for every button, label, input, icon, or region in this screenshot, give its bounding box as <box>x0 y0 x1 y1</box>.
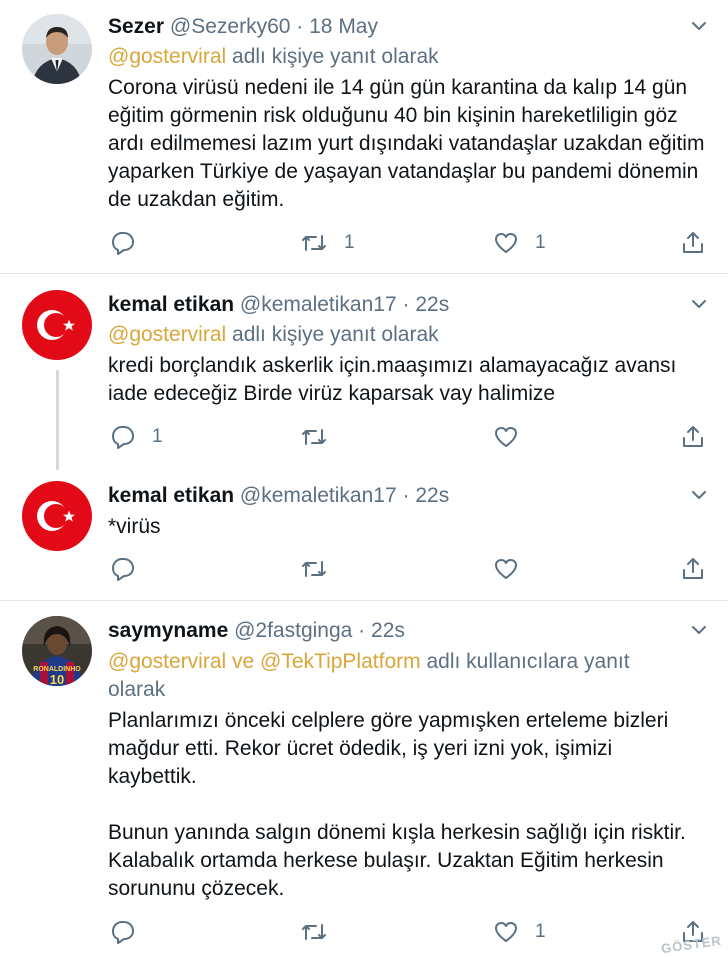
like-count: 1 <box>535 921 546 942</box>
reply-button[interactable] <box>110 556 152 582</box>
reply-icon <box>110 556 136 582</box>
tweet-header: Sezer @Sezerky60 · 18 May <box>108 14 378 40</box>
retweet-button[interactable] <box>300 919 344 945</box>
handle[interactable]: @Sezerky60 <box>170 15 291 38</box>
reply-button[interactable] <box>110 230 152 256</box>
handle[interactable]: @kemaletikan17 <box>240 293 397 316</box>
tweet-text: Corona virüsü nedeni ile 14 gün gün kara… <box>108 76 705 211</box>
like-icon <box>493 230 519 256</box>
replying-to: @gosterviral adlı kişiye yanıt olarak <box>108 43 698 71</box>
timestamp[interactable]: 22s <box>371 619 405 642</box>
avatar-jersey-number: 10 <box>50 672 64 686</box>
share-icon <box>680 230 706 256</box>
caret-down-icon[interactable] <box>690 486 708 504</box>
avatar-kemal-turkish-flag[interactable] <box>22 290 92 360</box>
share-button[interactable] <box>680 230 706 256</box>
share-button[interactable] <box>680 424 706 450</box>
timestamp[interactable]: 22s <box>415 293 449 316</box>
tweet-header: kemal etikan @kemaletikan17 · 22s <box>108 483 449 509</box>
avatar-saymyname[interactable]: RONALDINHO 10 <box>22 616 92 686</box>
share-icon <box>680 424 706 450</box>
reply-button[interactable]: 1 <box>110 424 163 450</box>
like-button[interactable] <box>493 556 535 582</box>
avatar-sezer[interactable] <box>22 14 92 84</box>
separator: · <box>358 619 366 642</box>
retweet-icon <box>300 919 328 945</box>
mention-link[interactable]: @gosterviral <box>108 45 226 68</box>
like-button[interactable]: 1 <box>493 919 546 945</box>
like-icon <box>493 919 519 945</box>
tweet-header: kemal etikan @kemaletikan17 · 22s <box>108 292 449 318</box>
like-icon <box>493 556 519 582</box>
tweet-text: Planlarımızı önceki celplere göre yapmış… <box>108 709 686 900</box>
tweet-header: saymyname @2fastginga · 22s <box>108 618 405 644</box>
tweet-text: kredi borçlandık askerlik için.maaşımızı… <box>108 354 677 405</box>
caret-down-icon[interactable] <box>690 295 708 313</box>
thread-connector <box>56 370 59 470</box>
retweet-icon <box>300 230 328 256</box>
reply-suffix: adlı kişiye yanıt olarak <box>226 45 439 68</box>
reply-icon <box>110 424 136 450</box>
handle[interactable]: @kemaletikan17 <box>240 484 397 507</box>
reply-count: 1 <box>152 426 163 447</box>
tweet-2[interactable]: kemal etikan @kemaletikan17 · 22s @goste… <box>0 274 728 470</box>
tweet-1[interactable]: Sezer @Sezerky60 · 18 May @gosterviral a… <box>0 0 728 272</box>
tweet-3[interactable]: kemal etikan @kemaletikan17 · 22s *virüs <box>0 466 728 598</box>
tweet-4[interactable]: RONALDINHO 10 saymyname @2fastginga · 22… <box>0 601 728 958</box>
display-name[interactable]: kemal etikan <box>108 484 234 507</box>
display-name[interactable]: saymyname <box>108 619 228 642</box>
caret-down-icon[interactable] <box>690 621 708 639</box>
display-name[interactable]: kemal etikan <box>108 293 234 316</box>
separator: · <box>296 15 304 38</box>
timestamp[interactable]: 22s <box>415 484 449 507</box>
retweet-button[interactable] <box>300 424 344 450</box>
reply-icon <box>110 230 136 256</box>
retweet-button[interactable]: 1 <box>300 230 355 256</box>
retweet-button[interactable] <box>300 556 344 582</box>
tweet-text: *virüs <box>108 515 161 538</box>
retweet-count: 1 <box>344 232 355 253</box>
reply-suffix: adlı kişiye yanıt olarak <box>226 323 439 346</box>
reply-button[interactable] <box>110 919 152 945</box>
mention-link[interactable]: @gosterviral ve @TekTipPlatform <box>108 650 421 673</box>
separator: · <box>402 484 410 507</box>
replying-to: @gosterviral adlı kişiye yanıt olarak <box>108 321 698 349</box>
like-icon <box>493 424 519 450</box>
replying-to: @gosterviral ve @TekTipPlatform adlı kul… <box>108 648 688 704</box>
like-count: 1 <box>535 232 546 253</box>
retweet-icon <box>300 556 328 582</box>
caret-down-icon[interactable] <box>690 17 708 35</box>
timestamp[interactable]: 18 May <box>309 15 378 38</box>
avatar-kemal-turkish-flag[interactable] <box>22 481 92 551</box>
display-name[interactable]: Sezer <box>108 15 164 38</box>
separator: · <box>402 293 410 316</box>
share-button[interactable] <box>680 556 706 582</box>
like-button[interactable]: 1 <box>493 230 546 256</box>
like-button[interactable] <box>493 424 535 450</box>
retweet-icon <box>300 424 328 450</box>
handle[interactable]: @2fastginga <box>234 619 352 642</box>
mention-link[interactable]: @gosterviral <box>108 323 226 346</box>
reply-icon <box>110 919 136 945</box>
share-icon <box>680 556 706 582</box>
